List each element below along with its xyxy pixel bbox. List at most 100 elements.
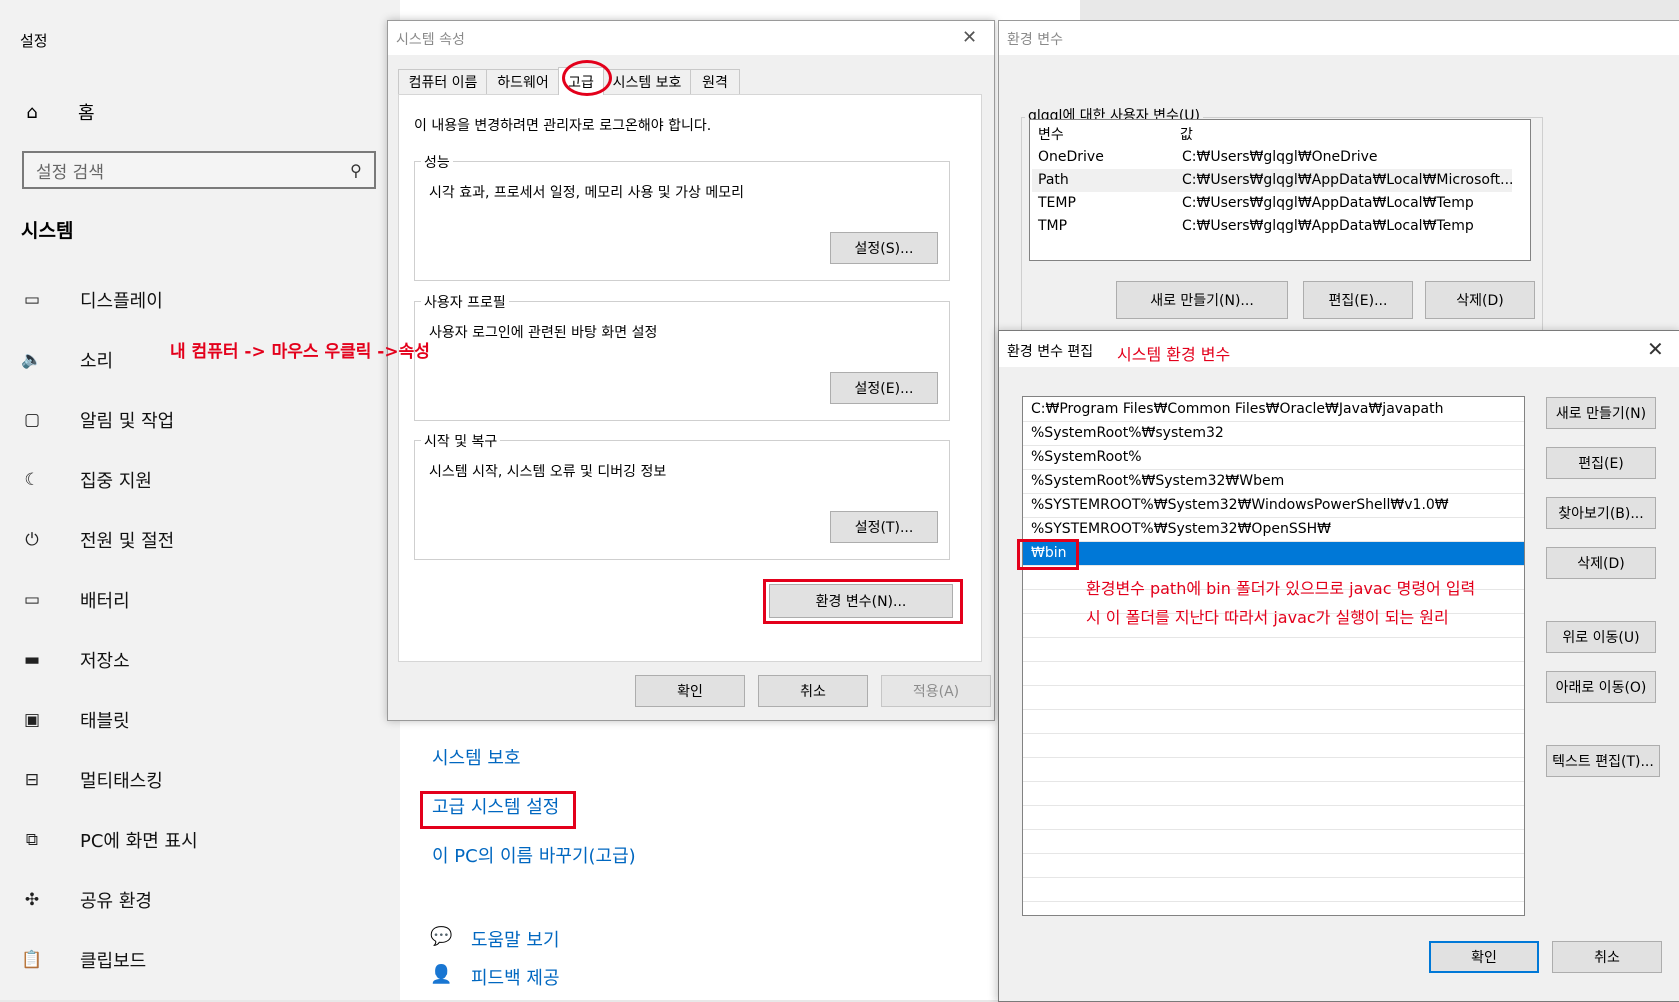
user-new-button[interactable]: 새로 만들기(N)... [1116, 281, 1288, 319]
nav-label: 배터리 [80, 591, 130, 612]
tab-hardware[interactable]: 하드웨어 [486, 69, 560, 94]
nav-battery[interactable]: ▭ 배터리 [20, 585, 130, 615]
apply-button[interactable]: 적용(A) [881, 675, 991, 707]
nav-tablet[interactable]: ▣ 태블릿 [20, 705, 130, 735]
search-input[interactable]: 설정 검색 ⚲ [22, 151, 376, 189]
list-item[interactable] [1023, 662, 1524, 686]
cancel-button[interactable]: 취소 [758, 675, 868, 707]
var-value: C:₩Users₩glqgl₩AppData₩Local₩Microsoft..… [1182, 172, 1514, 188]
var-name: OneDrive [1038, 149, 1104, 165]
profile-settings-button[interactable]: 설정(E)... [830, 372, 938, 404]
link-rename-pc[interactable]: 이 PC의 이름 바꾸기(고급) [432, 842, 636, 868]
list-item[interactable] [1023, 782, 1524, 806]
user-delete-button[interactable]: 삭제(D) [1425, 281, 1535, 319]
delete-path-button[interactable]: 삭제(D) [1546, 547, 1656, 579]
nav-multitasking[interactable]: ⊟ 멀티태스킹 [20, 765, 163, 795]
list-item[interactable] [1023, 854, 1524, 878]
nav-project[interactable]: ⧉ PC에 화면 표시 [20, 825, 198, 855]
multitasking-icon: ⊟ [24, 770, 40, 790]
list-item-selected[interactable]: ₩bin [1023, 542, 1524, 566]
nav-label: 공유 환경 [80, 891, 152, 912]
path-list[interactable]: C:₩Program Files₩Common Files₩Oracle₩Jav… [1022, 396, 1525, 916]
move-up-button[interactable]: 위로 이동(U) [1546, 621, 1656, 653]
list-item[interactable]: %SystemRoot% [1023, 446, 1524, 470]
path-entry: %SystemRoot%₩system32 [1031, 425, 1224, 441]
nav-display[interactable]: ▭ 디스플레이 [20, 285, 163, 315]
list-item[interactable] [1023, 806, 1524, 830]
list-item[interactable]: %SYSTEMROOT%₩System32₩WindowsPowerShell₩… [1023, 494, 1524, 518]
ok-button[interactable]: 확인 [635, 675, 745, 707]
link-feedback[interactable]: 피드백 제공 [471, 964, 560, 990]
nav-power[interactable]: ⏻ 전원 및 절전 [20, 525, 174, 555]
new-path-button[interactable]: 새로 만들기(N) [1546, 397, 1656, 429]
close-icon[interactable]: ✕ [962, 27, 977, 48]
list-item[interactable] [1023, 686, 1524, 710]
nav-home[interactable]: ⌂ 홈 [20, 98, 94, 126]
explanation-line-1: 환경변수 path에 bin 폴더가 있으므로 javac 명령어 입력 [1086, 579, 1476, 598]
nav-label: 소리 [80, 351, 114, 372]
user-vars-list[interactable]: 변수 값 OneDrive C:₩Users₩glqgl₩OneDrive Pa… [1029, 119, 1531, 261]
monitor-icon: ▭ [23, 290, 41, 310]
performance-settings-button[interactable]: 설정(S)... [830, 232, 938, 264]
share-icon: ✣ [24, 890, 40, 910]
titlebar: 시스템 속성 ✕ [388, 21, 994, 55]
list-item[interactable]: %SYSTEMROOT%₩System32₩OpenSSH₩ [1023, 518, 1524, 542]
clipboard-icon: 📋 [21, 950, 43, 970]
help-icon: 💬 [430, 926, 453, 947]
list-item[interactable] [1023, 878, 1524, 902]
list-item[interactable] [1023, 638, 1524, 662]
dialog-title: 시스템 속성 [396, 32, 465, 48]
title-annotation: 시스템 환경 변수 [1117, 345, 1231, 364]
nav-storage[interactable]: ▬ 저장소 [20, 645, 130, 675]
nav-focus-assist[interactable]: ☾ 집중 지원 [20, 465, 152, 495]
titlebar: 환경 변수 [999, 21, 1679, 55]
group-startup-recovery: 시작 및 복구 시스템 시작, 시스템 오류 및 디버깅 정보 설정(T)... [414, 431, 950, 560]
close-icon[interactable]: ✕ [1647, 337, 1664, 361]
column-header-variable[interactable]: 변수 [1038, 124, 1064, 144]
explanation-line-2: 시 이 폴더를 지난다 따라서 javac가 실행이 되는 원리 [1086, 608, 1449, 627]
edit-text-button[interactable]: 텍스트 편집(T)... [1546, 745, 1660, 777]
var-value: C:₩Users₩glqgl₩AppData₩Local₩Temp [1182, 218, 1474, 234]
edit-path-button[interactable]: 편집(E) [1546, 447, 1656, 479]
link-help[interactable]: 도움말 보기 [471, 926, 560, 952]
nav-share[interactable]: ✣ 공유 환경 [20, 885, 152, 915]
move-down-button[interactable]: 아래로 이동(O) [1546, 671, 1656, 703]
nav-notifications[interactable]: ▢ 알림 및 작업 [20, 405, 174, 435]
tab-advanced[interactable]: 고급 [558, 67, 604, 95]
list-item[interactable]: TMP C:₩Users₩glqgl₩AppData₩Local₩Temp [1032, 215, 1512, 238]
list-item[interactable]: %SystemRoot%₩system32 [1023, 422, 1524, 446]
list-item[interactable] [1023, 830, 1524, 854]
startup-settings-button[interactable]: 설정(T)... [830, 511, 938, 543]
list-item[interactable]: OneDrive C:₩Users₩glqgl₩OneDrive [1032, 146, 1512, 169]
nav-label: 멀티태스킹 [80, 771, 163, 792]
storage-icon: ▬ [23, 650, 41, 670]
group-label: 시작 및 복구 [421, 431, 501, 451]
list-item[interactable]: C:₩Program Files₩Common Files₩Oracle₩Jav… [1023, 398, 1524, 422]
list-item[interactable]: Path C:₩Users₩glqgl₩AppData₩Local₩Micros… [1032, 169, 1514, 192]
browse-button[interactable]: 찾아보기(B)... [1546, 497, 1656, 529]
var-value: C:₩Users₩glqgl₩AppData₩Local₩Temp [1182, 195, 1474, 211]
user-edit-button[interactable]: 편집(E)... [1303, 281, 1413, 319]
list-item[interactable]: %SystemRoot%₩System32₩Wbem [1023, 470, 1524, 494]
list-item[interactable]: TEMP C:₩Users₩glqgl₩AppData₩Local₩Temp [1032, 192, 1512, 215]
nav-label: 디스플레이 [80, 291, 163, 312]
nav-clipboard[interactable]: 📋 클립보드 [20, 945, 146, 975]
tab-computer-name[interactable]: 컴퓨터 이름 [398, 69, 488, 94]
tab-remote[interactable]: 원격 [690, 69, 740, 94]
nav-label: PC에 화면 표시 [80, 831, 198, 852]
nav-sound[interactable]: 🔈 소리 [20, 345, 113, 375]
list-item[interactable] [1023, 710, 1524, 734]
column-header-value[interactable]: 값 [1180, 124, 1193, 144]
path-entry: C:₩Program Files₩Common Files₩Oracle₩Jav… [1031, 401, 1444, 417]
link-system-protection[interactable]: 시스템 보호 [432, 744, 521, 770]
list-item[interactable] [1023, 734, 1524, 758]
settings-sidebar: 설정 ⌂ 홈 설정 검색 ⚲ 시스템 ▭ 디스플레이 🔈 소리 ▢ 알림 및 작… [0, 0, 400, 1000]
cancel-button[interactable]: 취소 [1552, 941, 1662, 973]
list-item[interactable] [1023, 758, 1524, 782]
nav-label: 집중 지원 [80, 471, 152, 492]
ok-button[interactable]: 확인 [1429, 941, 1539, 973]
battery-icon: ▭ [23, 590, 41, 610]
path-entry: %SYSTEMROOT%₩System32₩WindowsPowerShell₩… [1031, 497, 1449, 513]
window-title: 설정 [20, 32, 48, 50]
tab-system-protection[interactable]: 시스템 보호 [602, 69, 692, 94]
